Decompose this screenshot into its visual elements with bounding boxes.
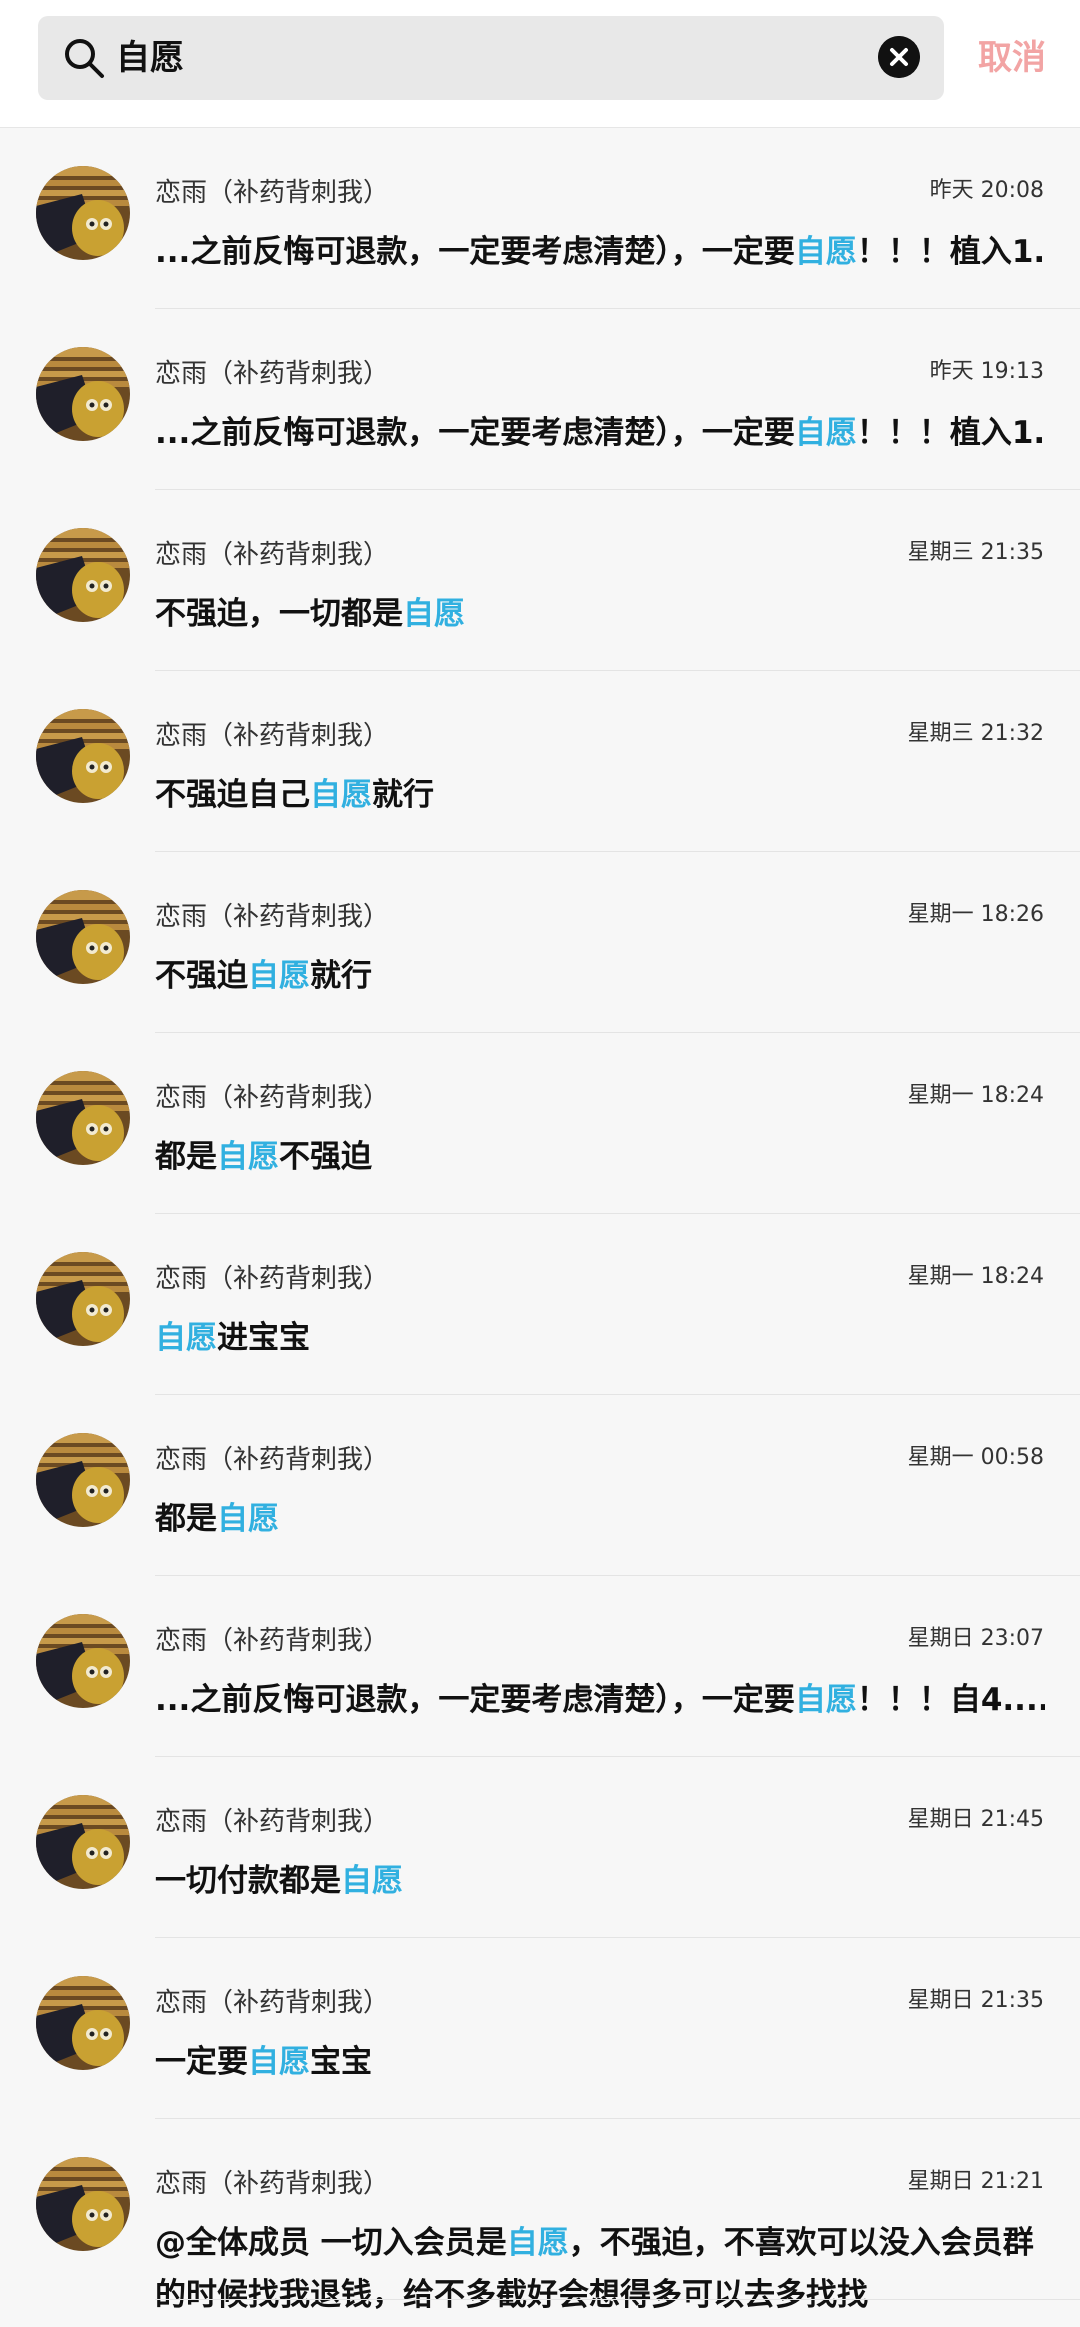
message-time: 昨天 20:08 bbox=[929, 178, 1044, 203]
snippet-text: ！！！自4.... bbox=[856, 1682, 1045, 1718]
keyword-highlight: 自愿 bbox=[794, 234, 857, 270]
sender-name: 恋雨（补药背刺我） bbox=[155, 540, 390, 570]
avatar bbox=[36, 166, 130, 260]
message-snippet: ...之前反悔可退款，一定要考虑清楚），一定要自愿！！！植入1... bbox=[155, 407, 1045, 452]
sender-name: 恋雨（补药背刺我） bbox=[155, 1626, 390, 1656]
sender-name: 恋雨（补药背刺我） bbox=[155, 1264, 390, 1294]
avatar bbox=[36, 1433, 130, 1527]
keyword-highlight: 自愿 bbox=[217, 1501, 279, 1537]
sender-name: 恋雨（补药背刺我） bbox=[155, 902, 390, 932]
list-item[interactable]: 恋雨（补药背刺我） 星期日 21:21 @全体成员 一切入会员是自愿，不强迫，不喜欢… bbox=[0, 2119, 1080, 2313]
cancel-button[interactable]: 取消 bbox=[978, 16, 1046, 100]
avatar bbox=[36, 1614, 130, 1708]
list-item[interactable]: 恋雨（补药背刺我） 星期一 18:24 都是自愿不强迫 bbox=[0, 1033, 1080, 1214]
list-item[interactable]: 恋雨（补药背刺我） 星期一 18:26 不强迫自愿就行 bbox=[0, 852, 1080, 1033]
list-item[interactable]: 恋雨（补药背刺我） 星期日 21:35 一定要自愿宝宝 bbox=[0, 1938, 1080, 2119]
list-item[interactable]: 恋雨（补药背刺我） 星期一 00:58 都是自愿 bbox=[0, 1395, 1080, 1576]
message-time: 星期日 21:35 bbox=[907, 1988, 1044, 2013]
snippet-text: ！！！植入1... bbox=[856, 234, 1045, 270]
snippet-text: 都是 bbox=[155, 1501, 217, 1537]
snippet-text: ...之前反悔可退款，一定要考虑清楚），一定要 bbox=[155, 234, 795, 270]
sender-name: 恋雨（补药背刺我） bbox=[155, 1807, 390, 1837]
message-time: 昨天 19:13 bbox=[929, 359, 1044, 384]
keyword-highlight: 自愿 bbox=[403, 596, 465, 632]
message-time: 星期日 21:21 bbox=[907, 2169, 1044, 2194]
avatar bbox=[36, 1976, 130, 2070]
sender-name: 恋雨（补药背刺我） bbox=[155, 178, 390, 208]
search-query[interactable]: 自愿 bbox=[116, 16, 184, 100]
search-header: 自愿 取消 bbox=[0, 0, 1080, 128]
snippet-text: ！！！植入1... bbox=[856, 415, 1045, 451]
snippet-text: 一切付款都是 bbox=[155, 1863, 341, 1899]
snippet-text: 不强迫，一切都是 bbox=[155, 596, 403, 632]
avatar bbox=[36, 890, 130, 984]
search-results-list: 恋雨（补药背刺我） 昨天 20:08 ...之前反悔可退款，一定要考虑清楚），一定要… bbox=[0, 128, 1080, 2313]
message-time: 星期一 18:24 bbox=[907, 1264, 1044, 1289]
snippet-text: 就行 bbox=[372, 777, 434, 813]
message-snippet: 不强迫自己自愿就行 bbox=[155, 769, 1045, 814]
list-item[interactable]: 恋雨（补药背刺我） 星期日 21:45 一切付款都是自愿 bbox=[0, 1757, 1080, 1938]
list-item[interactable]: 恋雨（补药背刺我） 昨天 20:08 ...之前反悔可退款，一定要考虑清楚），一定要… bbox=[0, 128, 1080, 309]
snippet-text: 都是 bbox=[155, 1139, 217, 1175]
snippet-text: @全体成员 一切入会员是 bbox=[155, 2225, 507, 2261]
snippet-text: 不强迫 bbox=[155, 958, 248, 994]
keyword-highlight: 自愿 bbox=[248, 2044, 310, 2080]
sender-name: 恋雨（补药背刺我） bbox=[155, 2169, 390, 2199]
snippet-text: 宝宝 bbox=[310, 2044, 372, 2080]
list-item[interactable]: 恋雨（补药背刺我） 星期日 23:07 ...之前反悔可退款，一定要考虑清楚），一定… bbox=[0, 1576, 1080, 1757]
sender-name: 恋雨（补药背刺我） bbox=[155, 1083, 390, 1113]
keyword-highlight: 自愿 bbox=[310, 777, 372, 813]
snippet-text: ...之前反悔可退款，一定要考虑清楚），一定要 bbox=[155, 1682, 795, 1718]
message-time: 星期一 18:24 bbox=[907, 1083, 1044, 1108]
message-time: 星期日 23:07 bbox=[907, 1626, 1044, 1651]
list-item[interactable]: 恋雨（补药背刺我） 星期三 21:35 不强迫，一切都是自愿 bbox=[0, 490, 1080, 671]
sender-name: 恋雨（补药背刺我） bbox=[155, 359, 390, 389]
message-time: 星期日 21:45 bbox=[907, 1807, 1044, 1832]
search-icon bbox=[65, 39, 104, 78]
avatar bbox=[36, 1252, 130, 1346]
snippet-text: 不强迫 bbox=[279, 1139, 372, 1175]
avatar bbox=[36, 528, 130, 622]
message-snippet: @全体成员 一切入会员是自愿，不强迫，不喜欢可以没入会员群的时候找我退钱，给不多… bbox=[155, 2217, 1045, 2327]
snippet-text: ...之前反悔可退款，一定要考虑清楚），一定要 bbox=[155, 415, 795, 451]
keyword-highlight: 自愿 bbox=[341, 1863, 403, 1899]
list-item[interactable]: 恋雨（补药背刺我） 星期一 18:24 自愿进宝宝 bbox=[0, 1214, 1080, 1395]
sender-name: 恋雨（补药背刺我） bbox=[155, 721, 390, 751]
keyword-highlight: 自愿 bbox=[217, 1139, 279, 1175]
message-snippet: 不强迫，一切都是自愿 bbox=[155, 588, 1045, 633]
sender-name: 恋雨（补药背刺我） bbox=[155, 1445, 390, 1475]
message-snippet: 一切付款都是自愿 bbox=[155, 1855, 1045, 1900]
message-snippet: 不强迫自愿就行 bbox=[155, 950, 1045, 995]
avatar bbox=[36, 1071, 130, 1165]
keyword-highlight: 自愿 bbox=[794, 415, 857, 451]
search-input[interactable]: 自愿 bbox=[38, 16, 944, 100]
message-snippet: 都是自愿 bbox=[155, 1493, 1045, 1538]
avatar bbox=[36, 2157, 130, 2251]
snippet-text: 进宝宝 bbox=[217, 1320, 310, 1356]
message-snippet: ...之前反悔可退款，一定要考虑清楚），一定要自愿！！！植入1... bbox=[155, 226, 1045, 271]
list-item[interactable]: 恋雨（补药背刺我） 星期三 21:32 不强迫自己自愿就行 bbox=[0, 671, 1080, 852]
message-snippet: 一定要自愿宝宝 bbox=[155, 2036, 1045, 2081]
message-time: 星期一 18:26 bbox=[907, 902, 1044, 927]
message-snippet: 都是自愿不强迫 bbox=[155, 1131, 1045, 1176]
snippet-text: 一定要 bbox=[155, 2044, 248, 2080]
message-time: 星期三 21:32 bbox=[907, 721, 1044, 746]
keyword-highlight: 自愿 bbox=[794, 1682, 857, 1718]
snippet-text: 不强迫自己 bbox=[155, 777, 310, 813]
keyword-highlight: 自愿 bbox=[155, 1320, 217, 1356]
message-time: 星期一 00:58 bbox=[907, 1445, 1044, 1470]
divider bbox=[155, 2299, 1080, 2300]
snippet-text: 就行 bbox=[310, 958, 372, 994]
keyword-highlight: 自愿 bbox=[506, 2225, 569, 2261]
clear-icon[interactable] bbox=[878, 36, 920, 78]
sender-name: 恋雨（补药背刺我） bbox=[155, 1988, 390, 2018]
message-snippet: 自愿进宝宝 bbox=[155, 1312, 1045, 1357]
message-time: 星期三 21:35 bbox=[907, 540, 1044, 565]
list-item[interactable]: 恋雨（补药背刺我） 昨天 19:13 ...之前反悔可退款，一定要考虑清楚），一定要… bbox=[0, 309, 1080, 490]
avatar bbox=[36, 347, 130, 441]
keyword-highlight: 自愿 bbox=[248, 958, 310, 994]
message-snippet: ...之前反悔可退款，一定要考虑清楚），一定要自愿！！！自4.... bbox=[155, 1674, 1045, 1719]
avatar bbox=[36, 709, 130, 803]
avatar bbox=[36, 1795, 130, 1889]
